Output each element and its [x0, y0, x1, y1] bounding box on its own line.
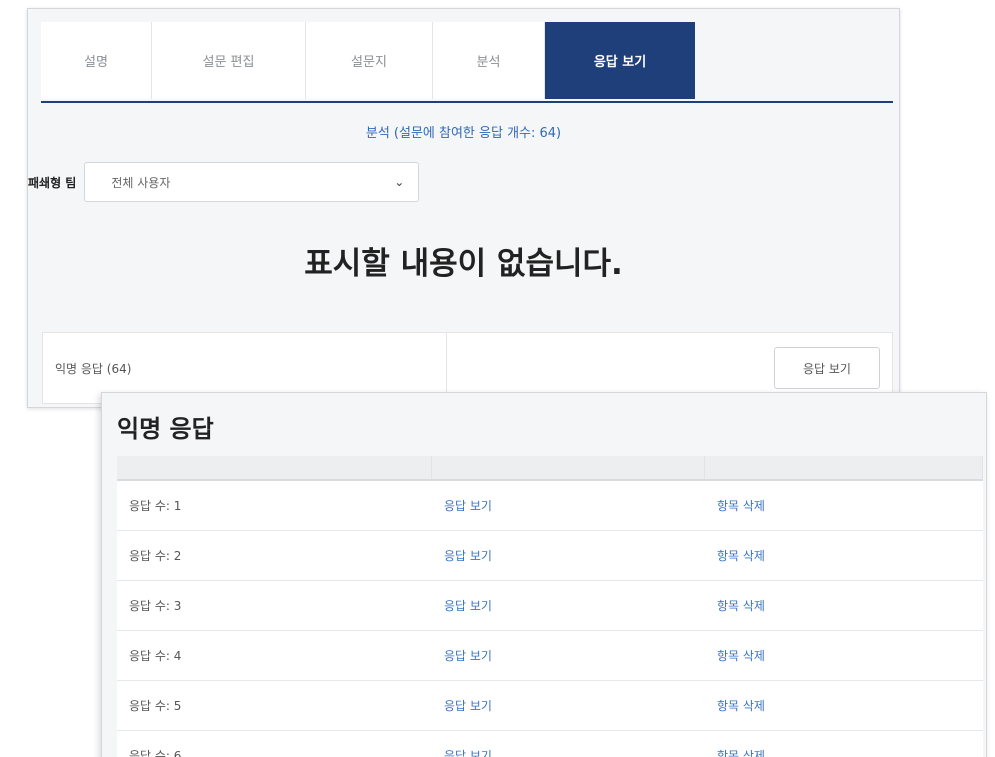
view-responses-button[interactable]: 응답 보기: [774, 347, 880, 389]
table-row: 응답 수: 5 응답 보기 항목 삭제: [117, 681, 983, 731]
response-label: 응답 수: 1: [129, 499, 182, 513]
view-response-link[interactable]: 응답 보기: [432, 697, 705, 714]
screenshot-stage: 설명 설문 편집 설문지 분석 응답 보기 분석 (설문에 참여한 응답 개수:…: [0, 0, 995, 757]
tab-edit-survey[interactable]: 설문 편집: [152, 22, 306, 99]
group-filter: 패쇄형 팀 전체 사용자 ⌄: [28, 162, 420, 202]
view-response-link[interactable]: 응답 보기: [432, 647, 705, 664]
panel-title: 익명 응답: [117, 415, 214, 443]
table-header-cell: [432, 456, 705, 479]
tab-description[interactable]: 설명: [41, 22, 152, 99]
chevron-down-icon: ⌄: [394, 175, 405, 189]
table-header-cell: [705, 456, 983, 479]
delete-item-link[interactable]: 항목 삭제: [705, 647, 983, 664]
empty-message: 표시할 내용이 없습니다.: [304, 246, 623, 282]
group-select[interactable]: 전체 사용자 ⌄: [84, 162, 420, 202]
tab-questionnaire[interactable]: 설문지: [306, 22, 433, 99]
view-response-link[interactable]: 응답 보기: [432, 497, 705, 514]
anonymous-responses-panel: 익명 응답 응답 수: 1 응답 보기 항목 삭제 응답 수: 2 응답 보기 …: [101, 392, 987, 757]
delete-item-link[interactable]: 항목 삭제: [705, 697, 983, 714]
delete-item-link[interactable]: 항목 삭제: [705, 747, 983, 757]
delete-item-link[interactable]: 항목 삭제: [705, 497, 983, 514]
tab-view-responses[interactable]: 응답 보기: [545, 22, 695, 99]
response-label: 응답 수: 5: [129, 699, 182, 713]
group-select-value: 전체 사용자: [111, 175, 171, 190]
view-response-link[interactable]: 응답 보기: [432, 597, 705, 614]
table-header: [117, 456, 983, 481]
table-header-cell: [117, 456, 432, 479]
response-label: 응답 수: 4: [129, 649, 182, 663]
view-response-link[interactable]: 응답 보기: [432, 547, 705, 564]
group-label: 패쇄형 팀: [28, 175, 77, 190]
table-row: 응답 수: 1 응답 보기 항목 삭제: [117, 481, 983, 531]
delete-item-link[interactable]: 항목 삭제: [705, 597, 983, 614]
table-row: 응답 수: 4 응답 보기 항목 삭제: [117, 631, 983, 681]
responses-table: 응답 수: 1 응답 보기 항목 삭제 응답 수: 2 응답 보기 항목 삭제 …: [117, 456, 983, 757]
table-row: 응답 수: 3 응답 보기 항목 삭제: [117, 581, 983, 631]
tab-analysis[interactable]: 분석: [433, 22, 545, 99]
table-row: 응답 수: 2 응답 보기 항목 삭제: [117, 531, 983, 581]
response-label: 응답 수: 2: [129, 549, 182, 563]
survey-panel: 설명 설문 편집 설문지 분석 응답 보기 분석 (설문에 참여한 응답 개수:…: [27, 8, 900, 408]
view-response-link[interactable]: 응답 보기: [432, 747, 705, 757]
tab-bar: 설명 설문 편집 설문지 분석 응답 보기: [41, 22, 893, 103]
delete-item-link[interactable]: 항목 삭제: [705, 547, 983, 564]
table-row: 응답 수: 6 응답 보기 항목 삭제: [117, 731, 983, 757]
response-label: 응답 수: 3: [129, 599, 182, 613]
analysis-link[interactable]: 분석 (설문에 참여한 응답 개수: 64): [28, 122, 899, 141]
response-label: 응답 수: 6: [129, 749, 182, 757]
